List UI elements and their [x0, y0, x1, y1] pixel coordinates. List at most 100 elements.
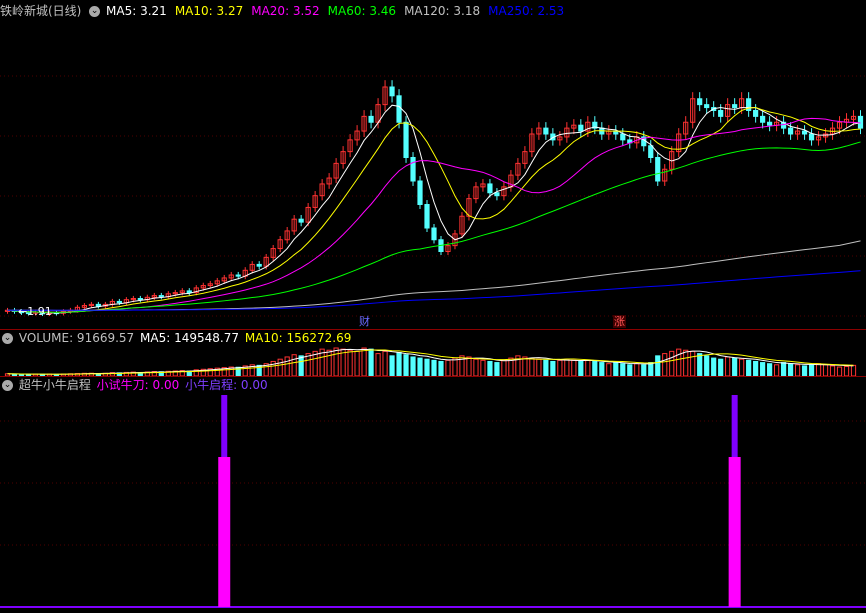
volume-bar — [808, 364, 815, 376]
candle — [808, 133, 815, 141]
candle — [389, 86, 395, 97]
volume-bar — [410, 356, 416, 376]
ma20-line — [7, 117, 861, 313]
volume-bar — [536, 358, 542, 376]
volume-bar — [787, 363, 794, 376]
volume-bar — [606, 363, 612, 376]
candle — [186, 290, 192, 294]
volume-bar — [711, 357, 717, 376]
candle — [424, 204, 430, 229]
volume-ma-line — [7, 348, 854, 375]
volume-bar — [829, 365, 836, 376]
volume-bar — [305, 353, 311, 376]
finance-marker[interactable]: 财 — [358, 315, 371, 328]
volume-bar — [843, 365, 850, 376]
candle — [857, 115, 864, 129]
ma250-line — [7, 270, 861, 311]
volume-bar — [801, 365, 808, 376]
candle — [760, 115, 766, 123]
signal-bar-large — [218, 457, 231, 607]
volume-bar — [291, 354, 297, 376]
candle — [620, 133, 626, 141]
candle — [137, 298, 143, 301]
candle — [655, 157, 661, 182]
volume-bar — [473, 358, 479, 376]
volume-bar — [690, 350, 696, 376]
price-chart[interactable] — [0, 16, 866, 328]
volume-bar — [676, 348, 682, 376]
volume-bar — [794, 364, 801, 376]
volume-bar — [368, 348, 374, 376]
volume-bar — [557, 359, 563, 376]
volume-bar — [284, 356, 290, 376]
volume-bar — [403, 354, 409, 376]
volume-bar — [578, 360, 584, 376]
signal-bar-small — [221, 395, 228, 459]
volume-bar — [850, 364, 857, 376]
volume-ma-line — [7, 349, 854, 375]
candle — [704, 104, 710, 109]
volume-bar — [592, 360, 598, 376]
candle — [431, 227, 437, 241]
candle — [158, 295, 164, 298]
volume-bar — [445, 359, 451, 376]
low-price-label: ←1.91 — [18, 305, 52, 318]
volume-bar — [641, 364, 647, 376]
volume-bar — [522, 356, 528, 376]
chevron-down-icon[interactable]: ⌄ — [2, 380, 13, 391]
volume-bar — [725, 356, 731, 376]
candle — [116, 300, 122, 304]
volume-bar — [780, 362, 787, 376]
volume-bar — [634, 363, 640, 376]
volume-bar — [347, 349, 353, 376]
indicator-s1: 小试牛刀: 0.00 — [96, 378, 180, 392]
volume-bar — [767, 363, 773, 376]
volume-bar — [599, 362, 605, 376]
volume-ma5: MA5: 149548.77 — [140, 331, 239, 345]
candle — [487, 183, 493, 194]
candle — [494, 192, 500, 197]
indicator-name: 超牛小牛启程 — [18, 378, 91, 392]
candle — [697, 98, 703, 106]
volume-bar — [585, 359, 591, 376]
indicator-chart[interactable] — [0, 393, 866, 613]
volume-bar — [760, 362, 766, 376]
ma10-line — [7, 107, 861, 313]
candle — [410, 157, 416, 182]
chevron-down-icon[interactable]: ⌄ — [2, 333, 13, 344]
volume-chart[interactable] — [0, 346, 866, 376]
candle — [368, 115, 374, 123]
candle — [578, 124, 584, 132]
volume-bar — [494, 362, 500, 376]
volume-bar — [739, 358, 745, 376]
candle — [256, 263, 262, 267]
volume-bar — [333, 347, 339, 376]
volume-bar — [564, 358, 570, 376]
candle — [403, 121, 409, 158]
volume-bar — [431, 359, 437, 376]
volume-bar — [613, 362, 619, 376]
signal-bar-large — [728, 457, 741, 607]
volume-bar — [732, 357, 738, 376]
volume-bar — [382, 350, 388, 376]
candle — [753, 110, 759, 117]
candle — [767, 121, 773, 126]
signal-bar-small — [731, 395, 738, 459]
volume-bar — [774, 364, 780, 376]
volume-bar — [718, 358, 724, 376]
volume-bar — [375, 353, 381, 376]
volume-bar — [396, 351, 402, 376]
volume-bar — [466, 356, 472, 376]
candle — [801, 130, 808, 135]
volume-bar — [697, 353, 703, 376]
volume-bar — [277, 358, 283, 376]
candle — [396, 95, 402, 123]
volume-bar — [389, 355, 395, 376]
limit-up-marker[interactable]: 涨 — [613, 315, 626, 328]
volume-bar — [298, 355, 304, 376]
candle — [718, 110, 724, 117]
volume-bar — [543, 359, 549, 376]
volume-bar — [529, 357, 535, 376]
volume-bar — [662, 353, 668, 376]
volume-bar — [361, 347, 367, 376]
